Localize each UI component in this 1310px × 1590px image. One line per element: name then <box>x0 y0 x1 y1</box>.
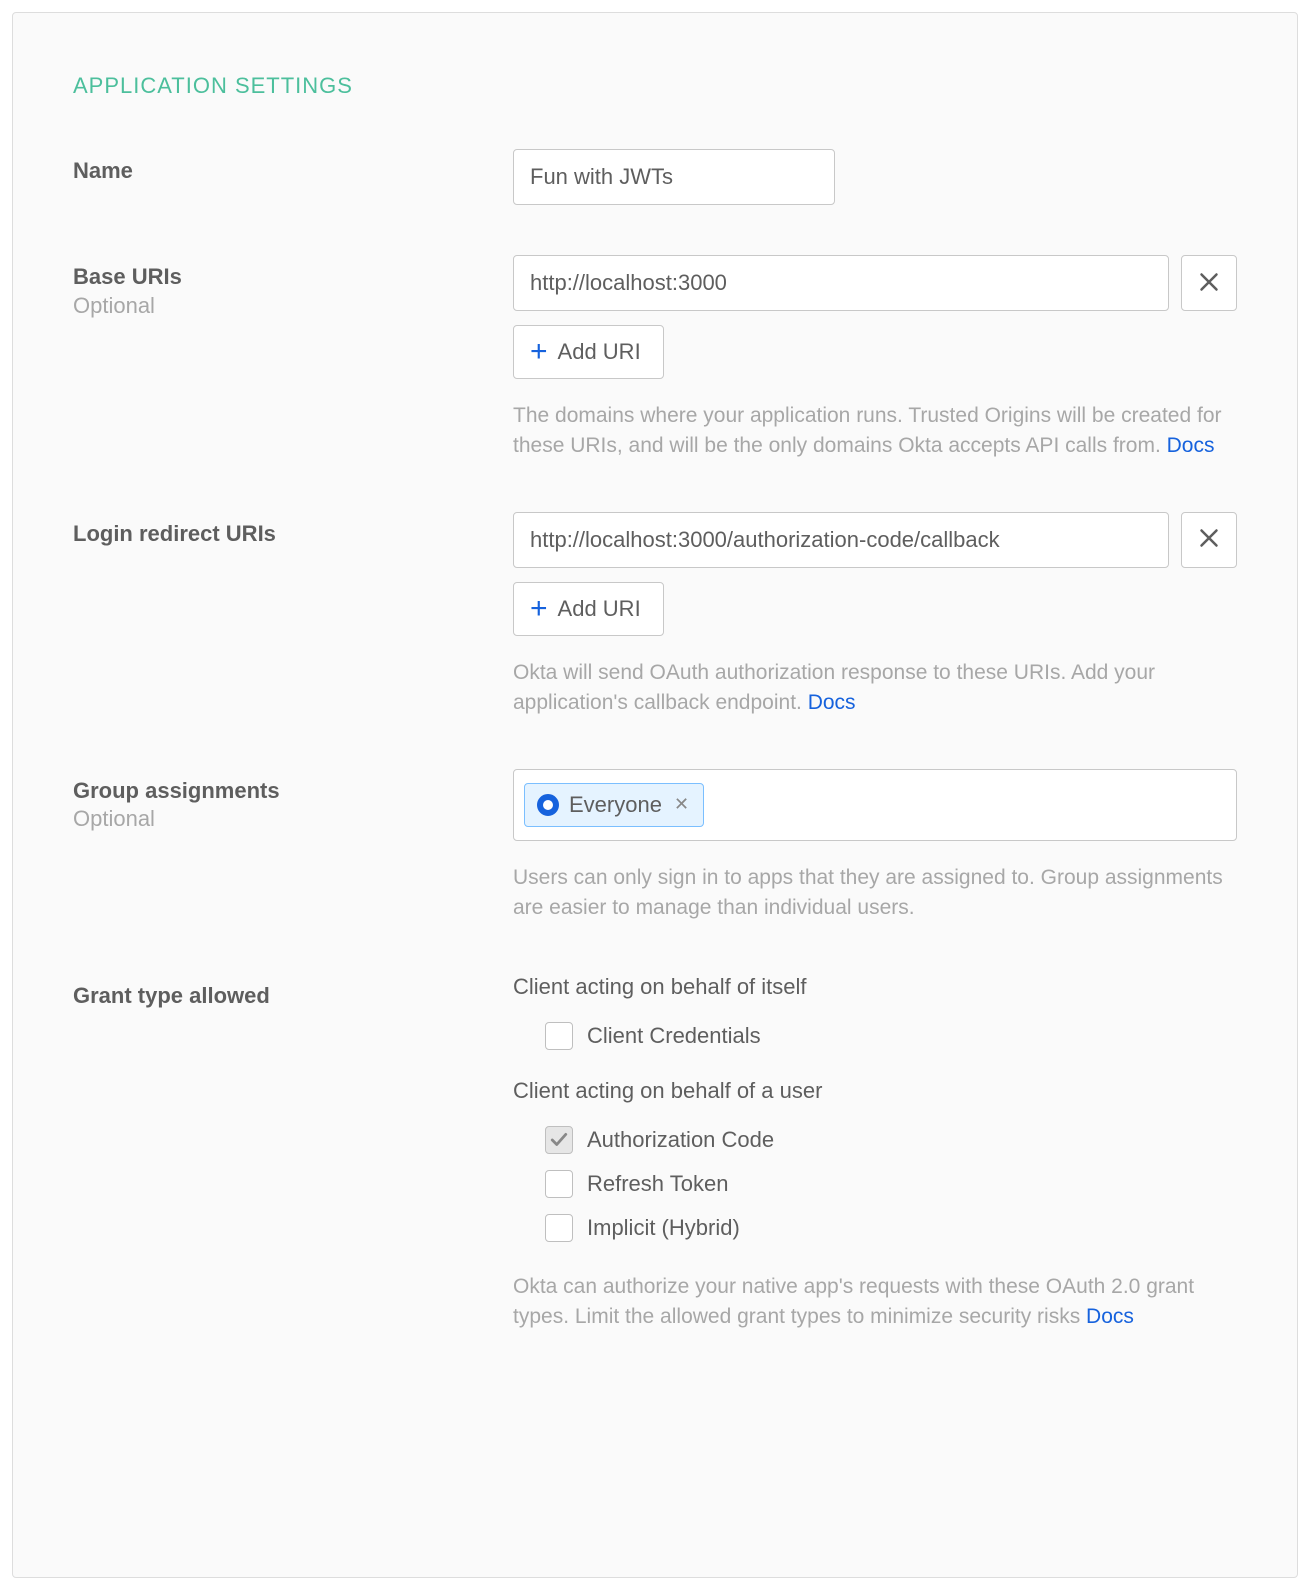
add-uri-label: Add URI <box>558 596 641 622</box>
checkbox-label: Implicit (Hybrid) <box>587 1215 740 1241</box>
checkbox-implicit[interactable] <box>545 1214 573 1242</box>
helper-text: The domains where your application runs.… <box>513 404 1222 457</box>
group-pill: Everyone ✕ <box>524 783 704 827</box>
settings-card: APPLICATION SETTINGS Name Base URIs Opti… <box>12 12 1298 1578</box>
group-assignments-optional: Optional <box>73 805 513 834</box>
group-helper: Users can only sign in to apps that they… <box>513 863 1237 924</box>
row-base-uris: Base URIs Optional + Add URI The domains… <box>73 255 1237 462</box>
base-uris-helper: The domains where your application runs.… <box>513 401 1237 462</box>
docs-link[interactable]: Docs <box>808 691 856 714</box>
checkbox-label: Authorization Code <box>587 1127 774 1153</box>
remove-group-button[interactable]: ✕ <box>672 794 691 815</box>
checkbox-client-credentials[interactable] <box>545 1022 573 1050</box>
login-redirect-helper: Okta will send OAuth authorization respo… <box>513 658 1237 719</box>
checkbox-refresh-token[interactable] <box>545 1170 573 1198</box>
row-group-assignments: Group assignments Optional Everyone ✕ Us… <box>73 769 1237 924</box>
row-grant-type: Grant type allowed Client acting on beha… <box>73 974 1237 1333</box>
row-name: Name <box>73 149 1237 205</box>
field-col: Client acting on behalf of itself Client… <box>513 974 1237 1333</box>
grant-option-client-credentials: Client Credentials <box>513 1014 1237 1058</box>
uri-entry-row <box>513 255 1237 311</box>
label-col: Name <box>73 149 513 186</box>
group-assignments-label: Group assignments <box>73 777 513 806</box>
grant-type-label: Grant type allowed <box>73 982 513 1011</box>
group-select[interactable]: Everyone ✕ <box>513 769 1237 841</box>
docs-link[interactable]: Docs <box>1086 1305 1134 1328</box>
close-icon <box>1199 272 1219 295</box>
remove-uri-button[interactable] <box>1181 255 1237 311</box>
group-pill-label: Everyone <box>569 792 662 818</box>
label-col: Login redirect URIs <box>73 512 513 549</box>
add-uri-button[interactable]: + Add URI <box>513 582 664 636</box>
name-input[interactable] <box>513 149 835 205</box>
group-icon <box>537 794 559 816</box>
checkbox-authorization-code[interactable] <box>545 1126 573 1154</box>
field-col: + Add URI The domains where your applica… <box>513 255 1237 462</box>
field-col: + Add URI Okta will send OAuth authoriza… <box>513 512 1237 719</box>
add-uri-label: Add URI <box>558 339 641 365</box>
grant-option-implicit: Implicit (Hybrid) <box>513 1206 1237 1250</box>
add-uri-button[interactable]: + Add URI <box>513 325 664 379</box>
grant-option-refresh-token: Refresh Token <box>513 1162 1237 1206</box>
plus-icon: + <box>530 337 548 367</box>
label-col: Group assignments Optional <box>73 769 513 834</box>
base-uris-optional: Optional <box>73 292 513 321</box>
docs-link[interactable]: Docs <box>1167 434 1215 457</box>
grant-option-authorization-code: Authorization Code <box>513 1118 1237 1162</box>
base-uri-input[interactable] <box>513 255 1169 311</box>
login-redirect-input[interactable] <box>513 512 1169 568</box>
label-col: Base URIs Optional <box>73 255 513 320</box>
grant-user-heading: Client acting on behalf of a user <box>513 1078 1237 1104</box>
plus-icon: + <box>530 594 548 624</box>
grant-helper: Okta can authorize your native app's req… <box>513 1272 1237 1333</box>
name-label: Name <box>73 157 513 186</box>
close-icon <box>1199 528 1219 551</box>
base-uris-label: Base URIs <box>73 263 513 292</box>
label-col: Grant type allowed <box>73 974 513 1011</box>
checkbox-label: Refresh Token <box>587 1171 728 1197</box>
field-col <box>513 149 1237 205</box>
checkbox-label: Client Credentials <box>587 1023 761 1049</box>
section-title: APPLICATION SETTINGS <box>73 73 1237 99</box>
login-redirect-label: Login redirect URIs <box>73 520 513 549</box>
field-col: Everyone ✕ Users can only sign in to app… <box>513 769 1237 924</box>
uri-entry-row <box>513 512 1237 568</box>
grant-self-heading: Client acting on behalf of itself <box>513 974 1237 1000</box>
row-login-redirect: Login redirect URIs + Add URI Okta will … <box>73 512 1237 719</box>
remove-uri-button[interactable] <box>1181 512 1237 568</box>
